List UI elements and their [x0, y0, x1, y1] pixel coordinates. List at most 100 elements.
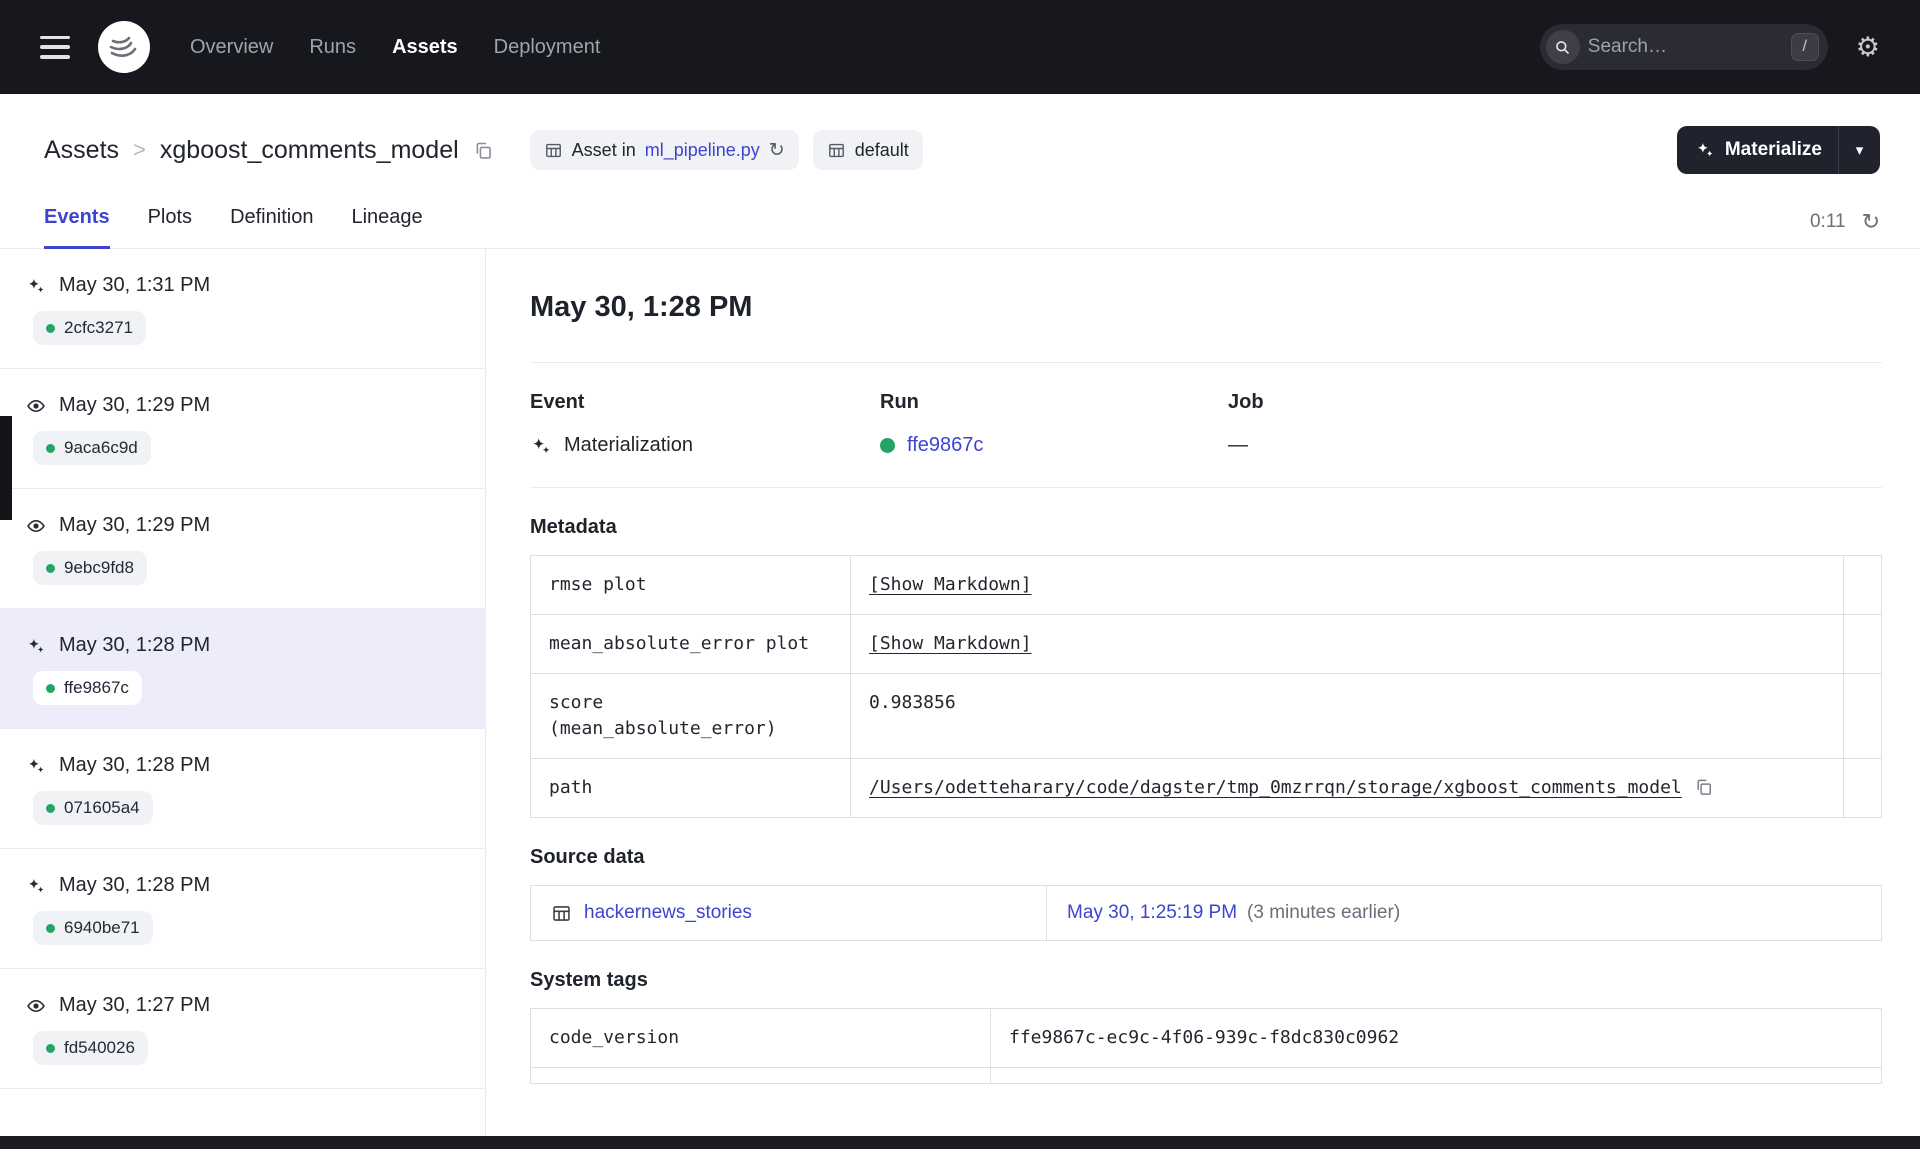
asset-grid-icon	[551, 903, 572, 924]
breadcrumb-separator: >	[133, 137, 146, 162]
run-id-badge[interactable]: 071605a4	[33, 791, 153, 825]
event-list-item[interactable]: May 30, 1:28 PM 6940be71	[0, 849, 485, 969]
app-root: Overview Runs Assets Deployment / ⚙ Asse…	[0, 0, 1920, 1149]
breadcrumb-assets-link[interactable]: Assets	[44, 136, 119, 165]
top-navigation: Overview Runs Assets Deployment / ⚙	[0, 0, 1920, 94]
asset-header-badges: Asset in ml_pipeline.py ↻ default	[529, 130, 923, 170]
event-type-value: Materialization	[564, 434, 693, 456]
run-id: fd540026	[64, 1038, 135, 1057]
tab-events[interactable]: Events	[44, 206, 110, 249]
source-asset-link[interactable]: hackernews_stories	[584, 902, 752, 924]
copy-asset-name-icon[interactable]	[473, 140, 494, 161]
event-list-item[interactable]: May 30, 1:31 PM 2cfc3271	[0, 249, 485, 369]
divider	[530, 487, 1882, 488]
dagster-logo[interactable]	[96, 19, 152, 75]
metadata-action-cell	[1843, 615, 1881, 673]
metadata-heading: Metadata	[530, 516, 617, 538]
materialization-icon	[26, 636, 46, 656]
run-id-badge[interactable]: 9aca6c9d	[33, 431, 151, 465]
tab-lineage[interactable]: Lineage	[351, 206, 422, 249]
run-status-dot	[46, 803, 55, 813]
group-badge[interactable]: default	[812, 130, 923, 170]
run-id: 9aca6c9d	[64, 438, 138, 457]
run-column-label: Run	[880, 391, 919, 413]
system-tags-heading: System tags	[530, 969, 648, 991]
code-location-badge: Asset in ml_pipeline.py ↻	[529, 130, 799, 170]
observation-icon	[26, 516, 46, 536]
materialize-split-button: Materialize ▾	[1676, 126, 1880, 174]
metadata-key: rmse plot	[531, 556, 851, 614]
run-status-dot	[46, 443, 55, 453]
breadcrumb: Assets > xgboost_comments_model	[44, 136, 494, 165]
source-time-link[interactable]: May 30, 1:25:19 PM	[1067, 902, 1237, 924]
reload-location-icon[interactable]: ↻	[769, 141, 785, 160]
materialization-icon	[26, 876, 46, 896]
copy-path-icon[interactable]	[1694, 777, 1714, 797]
event-list-item[interactable]: May 30, 1:28 PM 071605a4	[0, 729, 485, 849]
event-detail-title: May 30, 1:28 PM	[530, 291, 753, 323]
refresh-icon[interactable]: ↻	[1862, 211, 1880, 233]
source-time-cell: May 30, 1:25:19 PM (3 minutes earlier)	[1046, 886, 1881, 940]
events-sidebar: May 30, 1:31 PM 2cfc3271 May 30, 1:29 PM…	[0, 249, 486, 1149]
run-status-dot	[880, 438, 895, 453]
source-asset-cell: hackernews_stories	[531, 886, 1046, 940]
metadata-row: rmse plot [Show Markdown]	[531, 556, 1881, 615]
run-link[interactable]: ffe9867c	[907, 434, 983, 457]
tabs-bar: Events Plots Definition Lineage 0:11 ↻	[0, 206, 1920, 249]
show-markdown-link[interactable]: [Show Markdown]	[869, 572, 1032, 598]
group-grid-icon	[827, 141, 846, 160]
metadata-action-cell	[1843, 556, 1881, 614]
nav-runs[interactable]: Runs	[309, 36, 356, 59]
refresh-countdown: 0:11	[1809, 211, 1846, 232]
run-id: ffe9867c	[64, 678, 129, 697]
run-id-badge[interactable]: 9ebc9fd8	[33, 551, 147, 585]
run-id-badge[interactable]: fd540026	[33, 1031, 148, 1065]
materialization-icon	[26, 276, 46, 296]
metadata-row: path /Users/odetteharary/code/dagster/tm…	[531, 759, 1881, 817]
search-box: /	[1539, 24, 1828, 70]
event-list-item[interactable]: May 30, 1:27 PM fd540026	[0, 969, 485, 1089]
source-time-note: (3 minutes earlier)	[1247, 902, 1401, 923]
job-column-label: Job	[1228, 391, 1264, 413]
code-location-link[interactable]: ml_pipeline.py	[645, 140, 760, 161]
nav-deployment[interactable]: Deployment	[494, 36, 601, 59]
event-time: May 30, 1:31 PM	[59, 274, 211, 296]
run-id: 6940be71	[64, 918, 140, 937]
materialize-button[interactable]: Materialize	[1677, 126, 1838, 174]
bottom-edge-bar	[0, 1136, 1920, 1149]
event-list-item-selected[interactable]: May 30, 1:28 PM ffe9867c	[0, 609, 485, 729]
asset-header: Assets > xgboost_comments_model Asset in	[0, 94, 1920, 174]
metadata-row: mean_absolute_error plot [Show Markdown]	[531, 615, 1881, 674]
metadata-value: 0.983856	[869, 692, 956, 713]
asset-name: xgboost_comments_model	[159, 135, 459, 164]
metadata-row: score (mean_absolute_error) 0.983856	[531, 674, 1881, 759]
run-id-badge[interactable]: ffe9867c	[33, 671, 142, 705]
metadata-action-cell	[1843, 759, 1881, 817]
run-status-dot	[46, 323, 55, 333]
scrollbar-thumb[interactable]	[0, 416, 12, 520]
event-list-item[interactable]: May 30, 1:29 PM 9aca6c9d	[0, 369, 485, 489]
nav-assets[interactable]: Assets	[392, 36, 458, 59]
event-detail-panel: May 30, 1:28 PM Event Materialization Ru…	[486, 249, 1920, 1149]
source-data-heading: Source data	[530, 846, 645, 868]
materialize-dropdown-button[interactable]: ▾	[1838, 126, 1880, 174]
nav-overview[interactable]: Overview	[190, 36, 273, 59]
show-markdown-link[interactable]: [Show Markdown]	[869, 631, 1032, 657]
materialize-label: Materialize	[1724, 139, 1822, 160]
metadata-key: score (mean_absolute_error)	[531, 674, 851, 758]
search-input[interactable]	[1587, 36, 1783, 58]
metadata-key: path	[531, 759, 851, 817]
tab-definition[interactable]: Definition	[230, 206, 313, 249]
run-id-badge[interactable]: 6940be71	[33, 911, 153, 945]
materialization-icon	[26, 756, 46, 776]
menu-icon[interactable]	[40, 35, 70, 59]
group-name: default	[854, 139, 909, 160]
path-link[interactable]: /Users/odetteharary/code/dagster/tmp_0mz…	[869, 775, 1682, 801]
settings-gear-icon[interactable]: ⚙	[1856, 33, 1880, 61]
event-time: May 30, 1:29 PM	[59, 394, 211, 416]
event-list-item[interactable]: May 30, 1:29 PM 9ebc9fd8	[0, 489, 485, 609]
tab-plots[interactable]: Plots	[148, 206, 192, 249]
run-id: 2cfc3271	[64, 318, 133, 337]
event-summary: Event Materialization Run ffe9867c Job —	[530, 363, 1882, 487]
run-id-badge[interactable]: 2cfc3271	[33, 311, 146, 345]
